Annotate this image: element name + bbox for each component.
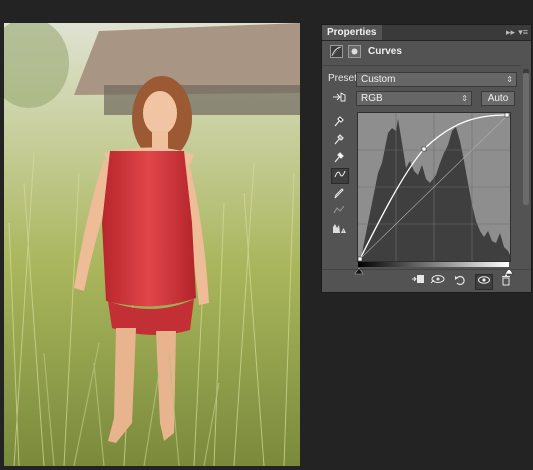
panel-footer	[322, 269, 531, 292]
scrollbar-thumb[interactable]	[523, 73, 529, 205]
adjustment-title: Curves	[368, 46, 402, 57]
curves-graph-canvas[interactable]	[357, 112, 511, 262]
sample-gray-point-icon[interactable]	[331, 133, 347, 147]
draw-pencil-icon[interactable]	[331, 187, 347, 201]
panel-tab-bar: Properties ▸▸ ▾≡	[322, 25, 531, 41]
sample-black-point-icon[interactable]	[331, 115, 347, 129]
preset-label: Preset:	[328, 73, 360, 84]
trash-icon[interactable]	[498, 274, 514, 288]
photo-image	[4, 23, 300, 466]
preset-dropdown[interactable]: Custom ⇕	[356, 72, 517, 87]
channel-dropdown[interactable]: RGB ⇕	[356, 91, 472, 106]
properties-panel: Properties ▸▸ ▾≡ Curves Preset: Custom ⇕…	[321, 24, 532, 293]
collapse-panel-icon[interactable]: ▸▸	[506, 27, 515, 38]
curves-graph[interactable]	[357, 112, 511, 262]
svg-text:!: !	[343, 229, 344, 234]
tab-properties[interactable]: Properties	[322, 25, 383, 40]
panel-scrollbar[interactable]	[523, 69, 529, 205]
targeted-adjustment-hand-icon[interactable]	[330, 91, 348, 105]
panel-menu-icon[interactable]: ▾≡	[518, 27, 528, 38]
chevron-updown-icon: ⇕	[506, 75, 513, 84]
chevron-updown-icon: ⇕	[461, 94, 468, 103]
header-divider	[322, 65, 521, 66]
smooth-curve-icon[interactable]	[331, 205, 347, 219]
view-previous-state-icon[interactable]	[430, 274, 446, 288]
auto-button[interactable]: Auto	[481, 91, 515, 106]
preset-value: Custom	[361, 74, 396, 85]
visibility-eye-icon[interactable]	[475, 274, 493, 290]
curve-point-mid	[421, 146, 427, 152]
photo-canvas[interactable]	[4, 23, 300, 466]
mask-icon[interactable]	[348, 45, 361, 58]
curve-point-white	[504, 112, 510, 118]
curve-point-black	[357, 256, 363, 262]
clipping-warning-icon[interactable]: !	[331, 222, 347, 236]
channel-value: RGB	[361, 93, 383, 104]
adjustment-header: Curves	[322, 41, 531, 63]
reset-icon[interactable]	[452, 274, 468, 288]
edit-points-curve-icon[interactable]	[331, 168, 349, 184]
curves-adjustment-icon[interactable]	[330, 45, 343, 58]
clip-to-layer-icon[interactable]	[410, 274, 426, 288]
sample-white-point-icon[interactable]	[331, 151, 347, 165]
